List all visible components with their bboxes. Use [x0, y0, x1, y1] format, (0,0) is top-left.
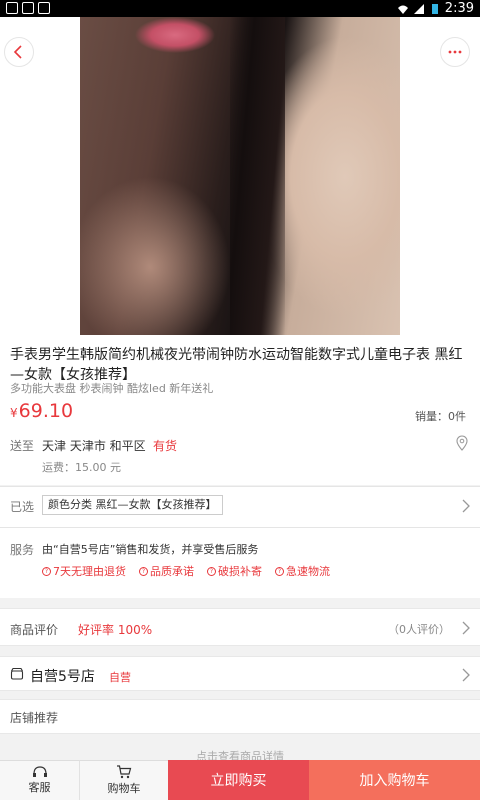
service-tag: ? 急速物流 [275, 563, 330, 579]
customer-service-label: 客服 [28, 781, 51, 794]
service-section: 服务 由“自营5号店”销售和发货，并享受售后服务 ? 7天无理由退货 ? 品质承诺 … [0, 528, 480, 598]
selected-value: 颜色分类 黑红—女款【女孩推荐】 [42, 495, 223, 515]
product-price: ¥69.10 [10, 400, 73, 422]
shipping-label: 送至 [10, 439, 35, 453]
location-icon[interactable] [456, 435, 468, 451]
stock-status: 有货 [153, 439, 178, 453]
shipping-fee: 运费：15.00 元 [42, 461, 121, 474]
customer-service-button[interactable]: 客服 [0, 760, 79, 800]
shield-icon [38, 2, 50, 14]
headset-icon [32, 766, 47, 777]
store-row[interactable]: 自营5号店 自营 [0, 656, 480, 691]
recommend-label: 店铺推荐 [10, 711, 59, 725]
sales-count: 销量：0件 [415, 410, 466, 423]
more-dots-icon [448, 50, 462, 54]
check-icon: ? [275, 566, 284, 576]
product-image-area [0, 17, 480, 335]
service-tag: ? 7天无理由退货 [42, 563, 126, 579]
store-recommend: 店铺推荐 [0, 699, 480, 734]
shipping-address[interactable]: 天津 天津市 和平区 [42, 437, 146, 454]
status-bar: 2:39 [0, 0, 480, 17]
product-title: 手表男学生韩版简约机械夜光带闹钟防水运动智能数字式儿童电子表 黑红—女款【女孩推… [10, 347, 463, 383]
notification-icon [6, 2, 18, 14]
product-photo[interactable] [80, 17, 400, 335]
image-icon [22, 2, 34, 14]
selected-label: 已选 [10, 500, 35, 514]
product-subtitle: 多功能大表盘 秒表闹钟 酷炫led 新年送礼 [10, 382, 214, 395]
store-tag: 自营 [109, 671, 131, 684]
store-icon [10, 667, 24, 680]
reviews-rate: 好评率 100% [78, 623, 153, 637]
clock: 2:39 [444, 1, 474, 16]
service-tag: ? 破损补寄 [207, 563, 262, 579]
add-to-cart-button[interactable]: 加入购物车 [309, 760, 480, 800]
chevron-right-icon [462, 668, 470, 682]
back-button[interactable] [4, 37, 34, 67]
service-tags: ? 7天无理由退货 ? 品质承诺 ? 破损补寄 ? 急速物流 [42, 563, 330, 579]
service-tag: ? 品质承诺 [139, 563, 194, 579]
chevron-left-icon [13, 45, 22, 59]
currency-symbol: ¥ [10, 406, 18, 420]
signal-icon [413, 3, 424, 14]
battery-icon [431, 3, 438, 14]
cart-button[interactable]: 购物车 [79, 760, 168, 800]
chevron-right-icon [462, 499, 470, 513]
product-info: 手表男学生韩版简约机械夜光带闹钟防水运动智能数字式儿童电子表 黑红—女款【女孩推… [0, 335, 480, 485]
wifi-icon [397, 5, 408, 14]
reviews-count: （0人评价） [388, 623, 450, 636]
check-icon: ? [42, 566, 51, 576]
cart-label: 购物车 [107, 782, 141, 795]
store-name: 自营5号店 [30, 669, 95, 685]
chevron-right-icon [462, 621, 470, 635]
reviews-row[interactable]: 商品评价 好评率 100% （0人评价） [0, 608, 480, 646]
price-value: 69.10 [18, 400, 74, 422]
cart-icon [117, 765, 132, 779]
service-text: 由“自营5号店”销售和发货，并享受售后服务 [42, 543, 259, 556]
buy-now-button[interactable]: 立即购买 [168, 760, 309, 800]
service-label: 服务 [10, 543, 35, 557]
more-button[interactable] [440, 37, 470, 67]
check-icon: ? [207, 566, 216, 576]
bottom-action-bar: 客服 购物车 立即购买 加入购物车 [0, 760, 480, 800]
selected-options-row[interactable]: 已选 颜色分类 黑红—女款【女孩推荐】 [0, 486, 480, 528]
check-icon: ? [139, 566, 148, 576]
reviews-label: 商品评价 [10, 623, 59, 637]
